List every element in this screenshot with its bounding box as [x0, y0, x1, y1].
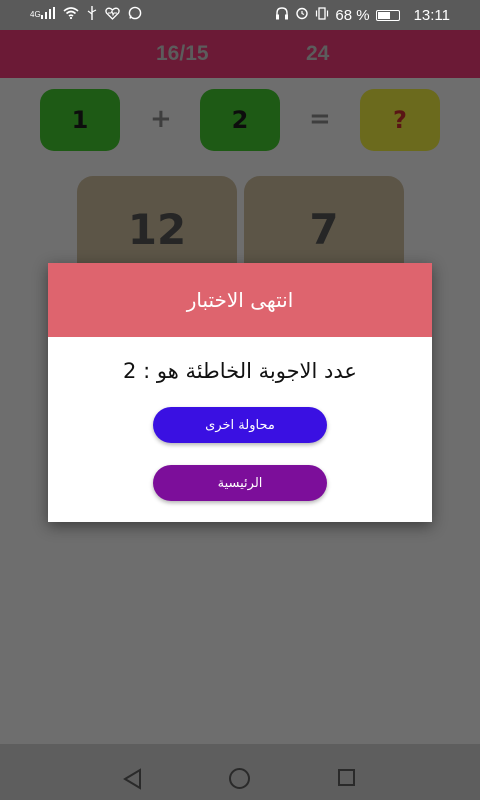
- question-progress: 16/15: [156, 42, 209, 65]
- operator-symbol: +: [150, 104, 172, 134]
- health-icon: [104, 7, 120, 24]
- vibrate-icon: [315, 6, 329, 24]
- home-button[interactable]: الرئيسية: [153, 465, 327, 501]
- battery-icon: [375, 9, 400, 21]
- back-icon[interactable]: [122, 768, 144, 790]
- score: 24: [306, 42, 330, 65]
- signal-icon: 4G: [30, 7, 55, 23]
- operand-a-box: 1: [40, 89, 120, 151]
- whatsapp-icon: [128, 6, 142, 24]
- status-right: 68 % 13:11: [275, 6, 450, 24]
- dialog-header: انتهى الاختبار: [48, 263, 432, 337]
- equals-symbol: =: [309, 104, 331, 134]
- quiz-header: 16/15 24: [0, 30, 480, 78]
- usb-icon: [87, 6, 97, 24]
- unknown-result-box: ?: [360, 89, 440, 151]
- status-bar: 4G 68 % 13:11: [0, 0, 480, 30]
- wrong-answers-message: عدد الاجوبة الخاطئة هو : 2: [123, 359, 357, 383]
- quiz-finished-dialog: انتهى الاختبار عدد الاجوبة الخاطئة هو : …: [48, 263, 432, 522]
- operand-b-box: 2: [200, 89, 280, 151]
- network-type-label: 4G: [30, 10, 41, 19]
- clock: 13:11: [413, 6, 450, 24]
- wifi-icon: [63, 7, 79, 23]
- retry-button[interactable]: محاولة اخرى: [153, 407, 327, 443]
- home-icon[interactable]: [229, 768, 250, 789]
- headset-icon: [275, 6, 289, 24]
- alarm-icon: [295, 6, 309, 24]
- status-left: 4G: [30, 6, 142, 24]
- battery-percent: 68 %: [335, 6, 370, 24]
- dialog-title: انتهى الاختبار: [186, 288, 294, 312]
- battery-level: [377, 11, 391, 19]
- recent-apps-icon[interactable]: [338, 769, 355, 786]
